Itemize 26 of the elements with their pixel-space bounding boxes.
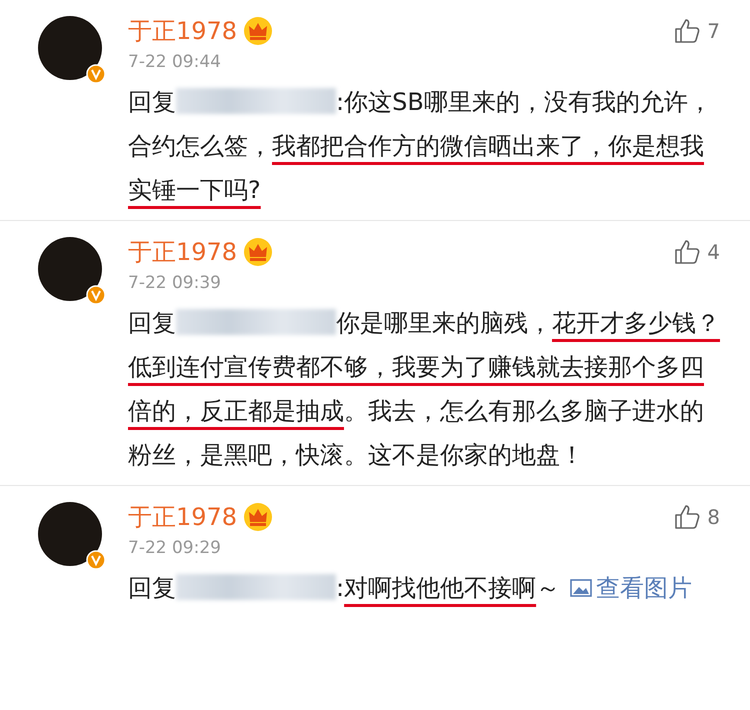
- crown-icon: [243, 16, 274, 46]
- verified-badge-icon: [86, 64, 106, 84]
- avatar[interactable]: [38, 237, 102, 301]
- verified-badge-icon: [86, 285, 106, 305]
- view-image-link[interactable]: 查看图片: [570, 574, 692, 602]
- thumbs-up-icon[interactable]: [673, 238, 702, 266]
- like-count: 4: [707, 240, 720, 264]
- image-icon: [570, 578, 592, 598]
- author-name[interactable]: 于正1978: [128, 236, 238, 268]
- crown-icon: [243, 237, 274, 267]
- comment-time: 7-22 09:29: [128, 538, 222, 558]
- thumbs-up-icon[interactable]: [673, 503, 702, 531]
- verified-badge-icon: [86, 550, 106, 570]
- avatar[interactable]: [38, 502, 102, 566]
- avatar[interactable]: [38, 16, 102, 80]
- comment-text: 回复 :你这SB哪里来的，没有我的允许，合约怎么签，我都把合作方的微信晒出来了，你是想我实锤一下吗?: [128, 87, 713, 206]
- comment-time: 7-22 09:44: [128, 52, 222, 72]
- like-count: 7: [707, 19, 720, 43]
- thumbs-up-icon[interactable]: [673, 17, 702, 45]
- like-count: 8: [707, 505, 720, 529]
- crown-icon: [243, 502, 274, 532]
- author-name[interactable]: 于正1978: [128, 15, 238, 47]
- author-name[interactable]: 于正1978: [128, 501, 238, 533]
- comment-time: 7-22 09:39: [128, 273, 222, 293]
- comment-text: 回复 :对啊找他他不接啊～ 查看图片: [128, 573, 694, 604]
- comment-text: 回复 你是哪里来的脑残，花开才多少钱？低到连付宣传费都不够，我要为了赚钱就去接那个多四倍的，反正都是抽成。我去，怎么有那么多脑子进水的粉丝，是黑吧，快滚。这不是你家的地盘！: [128, 308, 720, 471]
